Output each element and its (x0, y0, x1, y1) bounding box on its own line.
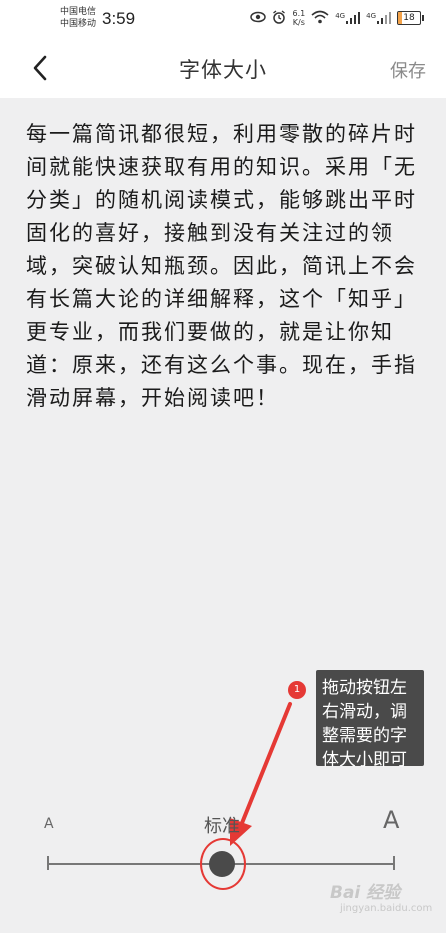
status-icons: 6.1 K/s 4G 4G 18 (250, 8, 424, 28)
battery-fill (398, 12, 402, 24)
wifi-icon (311, 10, 329, 27)
slider-knob[interactable] (209, 851, 235, 877)
net-speed-value: 6.1 (292, 9, 306, 18)
slider-tick (47, 856, 49, 870)
save-button[interactable]: 保存 (390, 57, 426, 83)
clock: 3:59 (102, 9, 136, 28)
carrier-info: 中国电信 中国移动 (60, 6, 96, 30)
signal-icon: 4G (335, 12, 361, 24)
nav-bar: 字体大小 保存 (0, 38, 446, 98)
signal-label: 4G (366, 12, 376, 20)
slider-tick (393, 856, 395, 870)
carrier-2: 中国移动 (60, 19, 97, 29)
signal-label: 4G (335, 12, 346, 20)
watermark: Bai 经验 (330, 883, 401, 903)
screen: 中国电信 中国移动 3:59 6.1 K/s 4G 4G 18 字体大小 保存 … (0, 0, 446, 933)
signal-icon: 4G (366, 12, 391, 24)
battery-icon: 18 (397, 11, 424, 25)
carrier-1: 中国电信 (60, 7, 97, 17)
annotation-badge: 1 (288, 681, 306, 699)
small-size-label: A (44, 816, 54, 832)
watermark-sub: jingyan.baidu.com (340, 903, 433, 914)
battery-level: 18 (403, 13, 415, 23)
net-speed: 6.1 K/s (292, 9, 305, 27)
eye-icon (250, 11, 267, 26)
status-bar: 中国电信 中国移动 3:59 6.1 K/s 4G 4G 18 (0, 0, 446, 38)
net-speed-unit: K/s (292, 18, 305, 27)
alarm-icon (272, 9, 286, 27)
annotation-callout: 拖动按钮左右滑动，调整需要的字体大小即可 (316, 670, 424, 770)
preview-text: 每一篇简讯都很短，利用零散的碎片时间就能快速获取有用的知识。采用「无分类」的随机… (26, 122, 417, 410)
large-size-label: A (383, 806, 400, 834)
arrow-line (238, 702, 292, 830)
current-size-label: 标准 (204, 816, 240, 837)
battery-tip (422, 15, 424, 21)
battery-body: 18 (397, 11, 421, 25)
page-title: 字体大小 (179, 58, 267, 82)
